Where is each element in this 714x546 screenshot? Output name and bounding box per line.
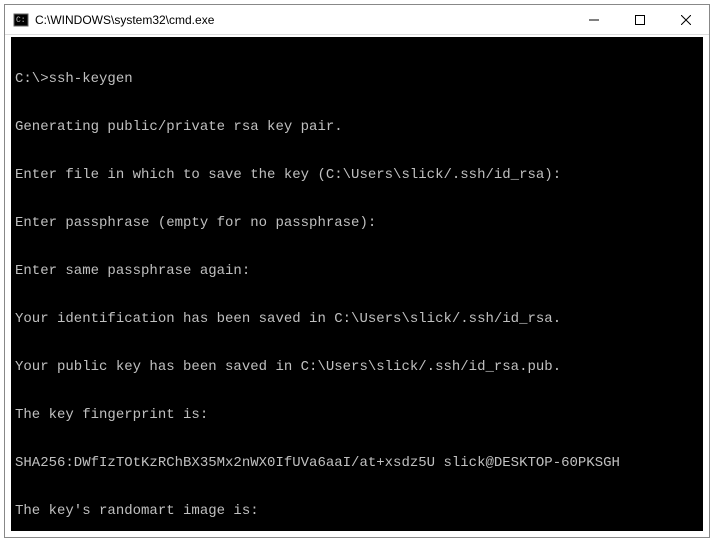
terminal-line: The key's randomart image is: <box>15 503 699 519</box>
svg-text:C:: C: <box>16 16 26 25</box>
terminal-line: Generating public/private rsa key pair. <box>15 119 699 135</box>
minimize-button[interactable] <box>571 5 617 34</box>
maximize-button[interactable] <box>617 5 663 34</box>
terminal-line: SHA256:DWfIzTOtKzRChBX35Mx2nWX0IfUVa6aaI… <box>15 455 699 471</box>
terminal-line: Your public key has been saved in C:\Use… <box>15 359 699 375</box>
terminal-line: C:\>ssh-keygen <box>15 71 699 87</box>
terminal-line: Your identification has been saved in C:… <box>15 311 699 327</box>
titlebar: C: C:\WINDOWS\system32\cmd.exe <box>5 5 709 35</box>
terminal-line: Enter same passphrase again: <box>15 263 699 279</box>
terminal-output[interactable]: C:\>ssh-keygen Generating public/private… <box>5 35 709 537</box>
cmd-icon: C: <box>13 12 29 28</box>
terminal-line: Enter passphrase (empty for no passphras… <box>15 215 699 231</box>
terminal-line: Enter file in which to save the key (C:\… <box>15 167 699 183</box>
window-title: C:\WINDOWS\system32\cmd.exe <box>35 13 571 27</box>
cmd-window: C: C:\WINDOWS\system32\cmd.exe C:\>ssh-k… <box>4 4 710 538</box>
window-controls <box>571 5 709 34</box>
terminal-line: The key fingerprint is: <box>15 407 699 423</box>
close-button[interactable] <box>663 5 709 34</box>
